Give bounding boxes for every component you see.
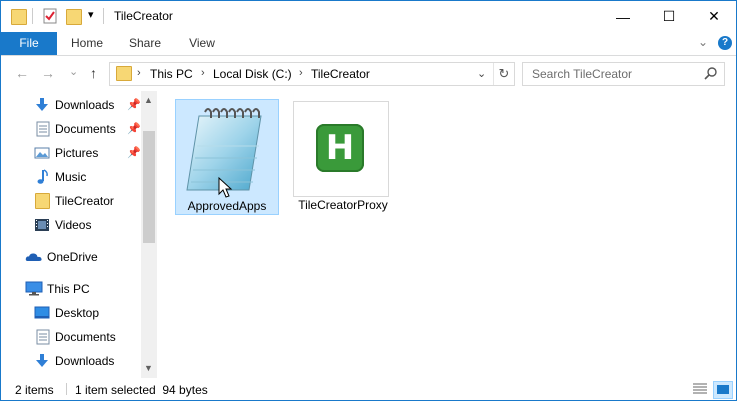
music-icon [35,169,51,185]
nav-item-downloads-pc[interactable]: Downloads [1,349,141,373]
nav-item-label: This PC [47,282,90,296]
nav-item-documents-pc[interactable]: Documents [1,325,141,349]
minimize-icon: — [616,8,630,25]
nav-item-label: Pictures [55,146,99,160]
search-input[interactable] [530,66,704,82]
pin-icon: 📌 [127,123,141,135]
customize-quick-access-icon[interactable]: ▾ [88,8,94,21]
documents-icon [35,121,51,137]
breadcrumb-this-pc[interactable]: This PC [150,67,193,81]
file-item-tilecreatorproxy[interactable]: H TileCreatorProxy [292,99,394,213]
nav-item-pictures[interactable]: Pictures 📌 [1,141,141,165]
file-item-approvedapps[interactable]: ApprovedApps [175,99,279,215]
tab-file[interactable]: File [1,32,57,55]
selection-info: 1 item selected 94 bytes [75,383,208,397]
nav-item-onedrive[interactable]: OneDrive [1,245,141,269]
nav-scrollbar[interactable]: ▲ ▼ [141,91,157,378]
file-list: ApprovedApps H TileCreatorProxy [158,91,736,378]
h-app-icon: H [293,101,389,197]
scroll-down-icon[interactable]: ▼ [144,363,153,373]
nav-item-this-pc[interactable]: This PC [1,277,141,301]
nav-item-documents[interactable]: Documents 📌 [1,117,141,141]
tab-view[interactable]: View [178,32,226,55]
scroll-up-icon[interactable]: ▲ [144,95,153,105]
folder-icon [116,66,132,81]
large-icons-view-icon[interactable] [713,381,733,399]
close-button[interactable]: ✕ [691,1,736,32]
folder-icon [35,193,50,209]
nav-item-label: Documents [55,122,116,136]
up-icon[interactable]: ↑ [90,65,97,81]
divider [103,8,104,24]
pin-icon: 📌 [127,147,141,159]
divider [32,8,33,24]
status-bar: 2 items 1 item selected 94 bytes [1,378,736,400]
search-icon[interactable] [704,66,718,83]
breadcrumb-local-disk[interactable]: Local Disk (C:) [213,67,292,81]
ribbon: File Home Share View ⌄ ? [1,32,736,56]
minimize-button[interactable]: — [600,1,646,32]
address-bar[interactable]: › This PC › Local Disk (C:) › TileCreato… [109,62,515,86]
onedrive-icon [25,249,42,265]
new-folder-icon[interactable] [66,9,82,25]
item-count: 2 items [15,383,54,397]
file-name: ApprovedApps [187,199,267,213]
title-bar: ▾ TileCreator — ☐ ✕ [1,1,736,32]
folder-icon [11,9,27,25]
nav-item-downloads[interactable]: Downloads 📌 [1,93,141,117]
address-dropdown-icon[interactable]: ⌄ [477,67,486,80]
refresh-icon[interactable]: ↻ [493,63,514,85]
nav-item-tilecreator[interactable]: TileCreator [1,189,141,213]
documents-icon [35,329,51,345]
nav-item-videos[interactable]: Videos [1,213,141,237]
pin-icon: 📌 [127,99,141,111]
nav-item-label: Videos [55,218,92,232]
pictures-icon [34,145,50,161]
window-title: TileCreator [114,9,173,23]
nav-item-label: Desktop [55,306,100,320]
expand-ribbon-icon[interactable]: ⌄ [698,35,708,49]
scroll-thumb[interactable] [143,131,155,243]
back-icon[interactable]: ← [15,65,29,81]
close-icon: ✕ [708,8,720,24]
videos-icon [34,217,50,233]
recent-locations-icon[interactable]: ⌄ [69,65,78,78]
breadcrumb-separator[interactable]: › [299,67,303,79]
desktop-icon [34,305,50,321]
nav-item-label: OneDrive [47,250,98,264]
breadcrumb-separator[interactable]: › [201,67,205,79]
nav-item-desktop[interactable]: Desktop [1,301,141,325]
properties-icon[interactable] [42,8,57,24]
nav-item-label: Downloads [55,354,115,368]
navigation-pane: Downloads 📌 Documents 📌 Pictures 📌 Music [1,91,158,378]
downloads-icon [34,353,50,369]
forward-icon[interactable]: → [41,65,55,81]
nav-item-label: Documents [55,330,116,344]
tab-home[interactable]: Home [63,32,111,55]
breadcrumb-tilecreator[interactable]: TileCreator [311,67,370,81]
nav-item-label: Music [55,170,87,184]
maximize-icon: ☐ [662,8,676,24]
file-name: TileCreatorProxy [298,198,388,212]
breadcrumb-separator[interactable]: › [137,67,141,79]
nav-item-label: Downloads [55,98,115,112]
computer-icon [25,281,43,297]
notepad-icon [179,102,275,201]
downloads-icon [34,97,50,113]
tab-share[interactable]: Share [121,32,169,55]
nav-item-label: TileCreator [55,194,114,208]
explorer-window: ▾ TileCreator — ☐ ✕ File Home Share View… [0,0,737,401]
search-box[interactable] [522,62,725,86]
maximize-button[interactable]: ☐ [646,1,692,32]
divider [66,383,67,395]
nav-item-music[interactable]: Music [1,165,141,189]
address-row: ← → ⌄ ↑ › This PC › Local Disk (C:) › Ti… [1,56,736,91]
details-view-icon[interactable] [691,381,709,397]
help-icon[interactable]: ? [718,36,732,50]
